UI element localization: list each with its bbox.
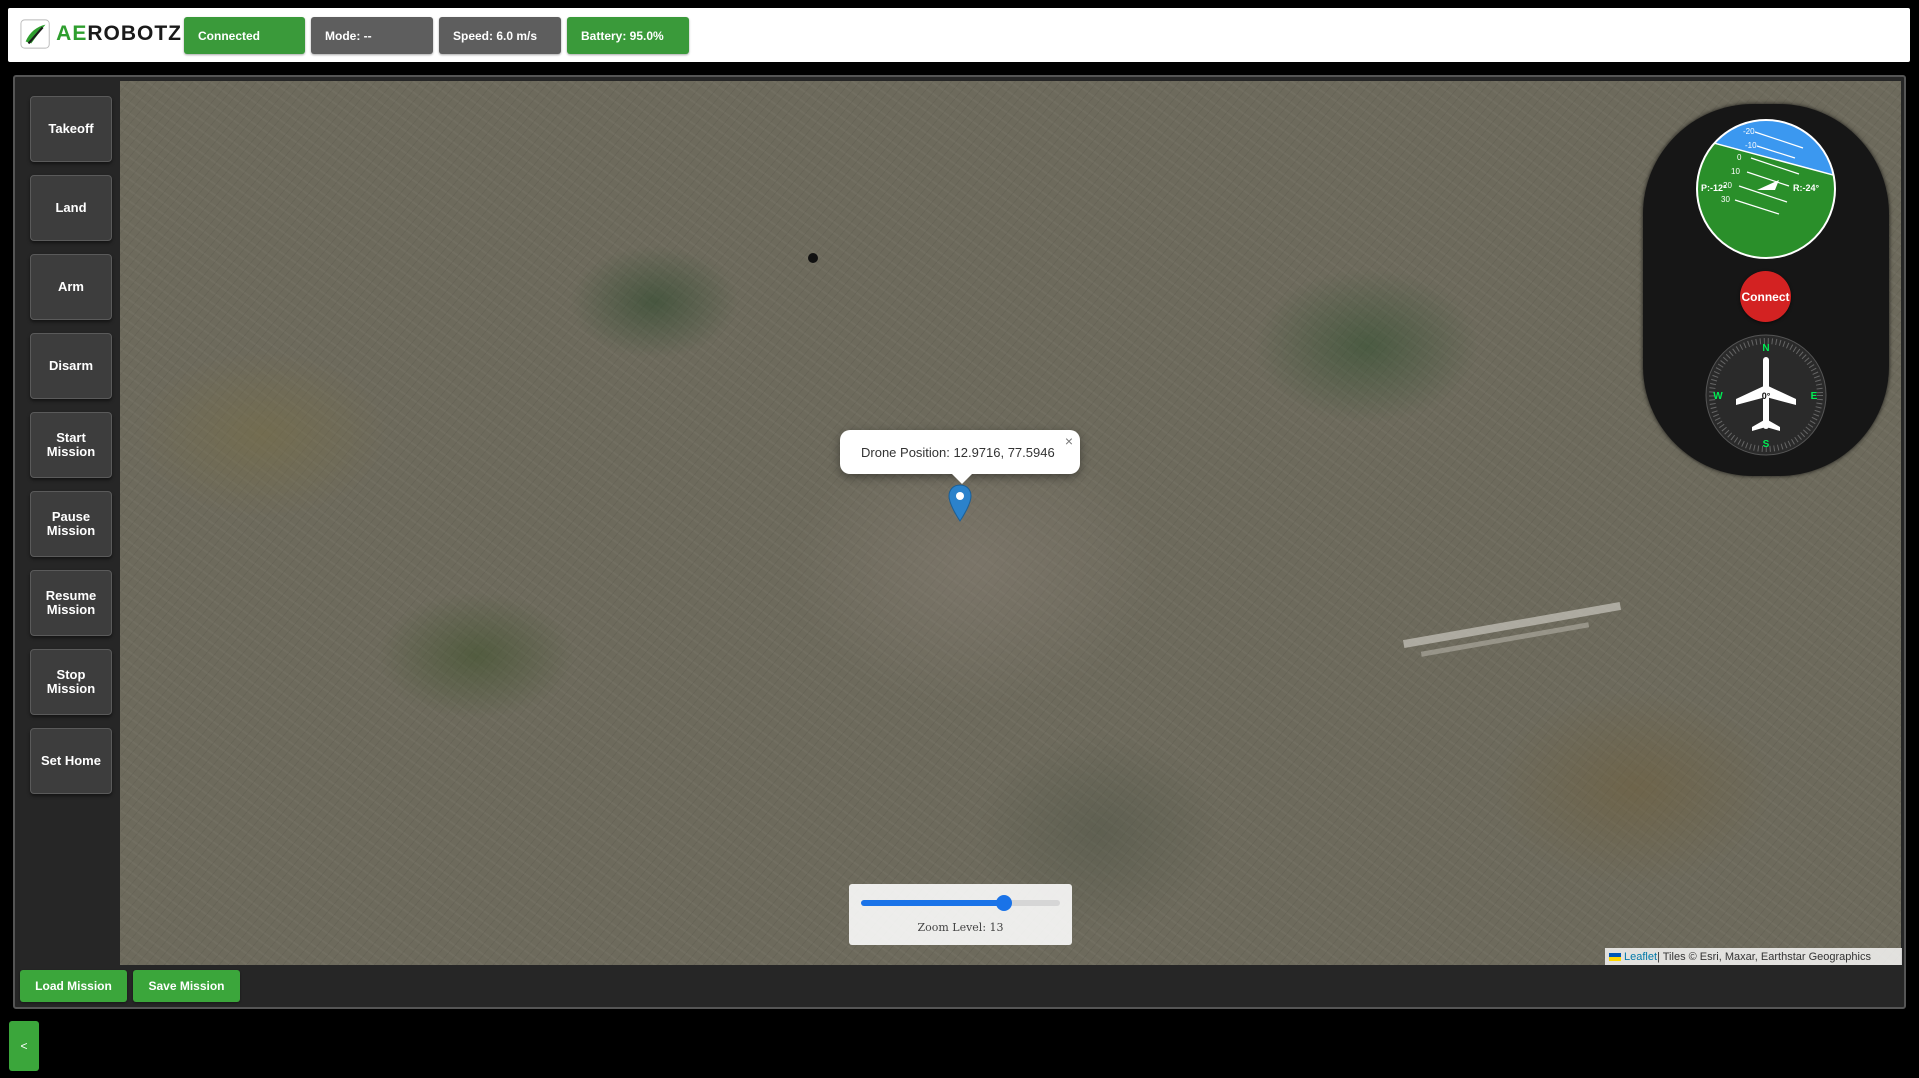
map-pin-icon[interactable]	[948, 484, 972, 522]
map-attribution: Leaflet | Tiles © Esri, Maxar, Earthstar…	[1605, 948, 1902, 965]
top-bar: AEROBOTZ Connected Mode: -- Speed: 6.0 m…	[8, 8, 1910, 62]
set-home-button[interactable]: Set Home	[30, 728, 112, 794]
arm-button[interactable]: Arm	[30, 254, 112, 320]
compass-west-label: W	[1713, 391, 1723, 402]
pause-mission-button[interactable]: Pause Mission	[30, 491, 112, 557]
attribution-text: | Tiles © Esri, Maxar, Earthstar Geograp…	[1657, 950, 1871, 963]
close-icon[interactable]: ×	[1065, 433, 1073, 449]
command-sidebar: Takeoff Land Arm Disarm Start Mission Pa…	[16, 80, 116, 964]
compass-east-label: E	[1811, 391, 1818, 402]
zoom-level-label: Zoom Level: 13	[917, 921, 1004, 934]
save-mission-button[interactable]: Save Mission	[133, 970, 240, 1002]
connect-button[interactable]: Connect	[1740, 271, 1791, 322]
mode-badge: Mode: --	[311, 17, 433, 54]
panel-toggle-button[interactable]: <	[9, 1021, 39, 1071]
waypoint-marker[interactable]	[808, 253, 818, 263]
disarm-button[interactable]: Disarm	[30, 333, 112, 399]
stop-mission-button[interactable]: Stop Mission	[30, 649, 112, 715]
land-button[interactable]: Land	[30, 175, 112, 241]
ukraine-flag-icon	[1609, 952, 1621, 961]
attitude-indicator: -20 -10 0 10 20 30 P:-12° R:-24°	[1696, 119, 1836, 259]
roll-readout: R:-24°	[1793, 183, 1820, 193]
pitch-tick-label: -20	[1743, 127, 1755, 136]
resume-mission-button[interactable]: Resume Mission	[30, 570, 112, 636]
zoom-control: Zoom Level: 13	[849, 884, 1072, 945]
leaflet-link[interactable]: Leaflet	[1624, 951, 1657, 963]
logo: AEROBOTZ	[20, 14, 182, 54]
zoom-slider-thumb[interactable]	[996, 895, 1013, 911]
flight-instruments-panel: -20 -10 0 10 20 30 P:-12° R:-24° Connect…	[1643, 104, 1889, 476]
zoom-slider[interactable]	[861, 895, 1060, 911]
compass-north-label: N	[1762, 343, 1769, 354]
pitch-tick-label: 30	[1721, 195, 1730, 204]
heading-compass: N E S W 0°	[1705, 334, 1827, 456]
compass-south-label: S	[1763, 439, 1770, 450]
zoom-slider-fill	[861, 900, 1005, 906]
popup-text: Drone Position: 12.9716, 77.5946	[861, 444, 1055, 460]
takeoff-button[interactable]: Takeoff	[30, 96, 112, 162]
logo-text: AEROBOTZ	[56, 22, 182, 45]
drone-position-popup: Drone Position: 12.9716, 77.5946 ×	[840, 430, 1080, 484]
pitch-tick-label: -10	[1745, 141, 1757, 150]
satellite-map[interactable]	[120, 81, 1901, 965]
speed-badge: Speed: 6.0 m/s	[439, 17, 561, 54]
pitch-tick-label: 10	[1731, 167, 1740, 176]
start-mission-button[interactable]: Start Mission	[30, 412, 112, 478]
logo-mark-icon	[20, 19, 50, 49]
load-mission-button[interactable]: Load Mission	[20, 970, 127, 1002]
pitch-tick-label: 0	[1737, 153, 1742, 162]
status-badge: Connected	[184, 17, 305, 54]
pitch-readout: P:-12°	[1701, 183, 1727, 193]
battery-badge: Battery: 95.0%	[567, 17, 689, 54]
heading-readout: 0°	[1762, 391, 1771, 401]
